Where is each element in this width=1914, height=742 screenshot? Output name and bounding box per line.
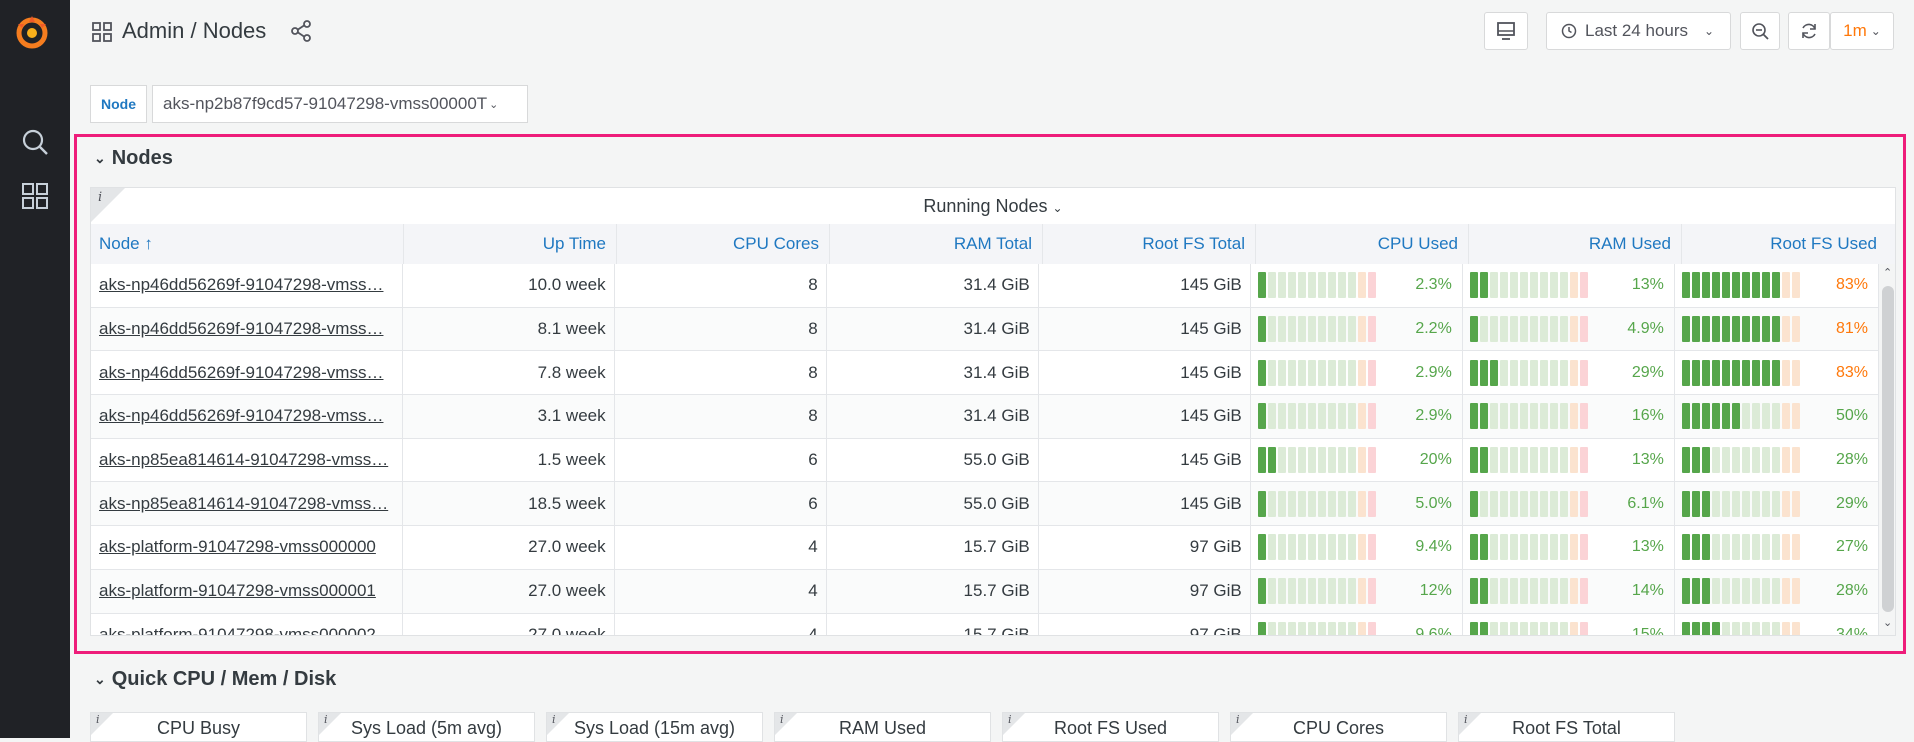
share-icon[interactable] (290, 20, 312, 42)
refresh-interval-picker[interactable]: 1m ⌄ (1830, 12, 1894, 50)
stat-panel-title[interactable]: Sys Load (5m avg) (319, 718, 534, 739)
chevron-down-icon: ⌄ (1870, 24, 1881, 38)
zoom-out-icon (1752, 23, 1769, 40)
grafana-logo-icon[interactable] (12, 12, 52, 52)
clock-icon (1561, 23, 1577, 39)
page-title[interactable]: Admin / Nodes (122, 18, 266, 44)
chevron-down-icon: ⌄ (489, 98, 499, 111)
search-icon[interactable] (20, 127, 50, 157)
stat-panel-title[interactable]: Sys Load (15m avg) (547, 718, 762, 739)
row-header-quick[interactable]: ⌄ Quick CPU / Mem / Disk (94, 668, 336, 691)
stat-panel-title[interactable]: RAM Used (775, 718, 990, 739)
stat-panel-title[interactable]: Root FS Total (1459, 718, 1674, 739)
refresh-button[interactable] (1788, 12, 1830, 50)
apps-icon (92, 22, 112, 42)
chevron-down-icon: ⌄ (1704, 24, 1715, 38)
variable-label: Node (90, 85, 147, 123)
time-range-label: Last 24 hours (1585, 21, 1689, 40)
chevron-down-icon: ⌄ (94, 671, 106, 688)
refresh-icon (1802, 23, 1816, 39)
sidebar (0, 0, 70, 738)
zoom-out-button[interactable] (1740, 12, 1780, 50)
row-title-quick: Quick CPU / Mem / Disk (111, 668, 337, 690)
variable-value: aks-np2b87f9cd57-91047298-vmss00000T (163, 94, 488, 113)
refresh-interval-label: 1m (1843, 21, 1867, 40)
monitor-icon (1497, 22, 1515, 40)
node-variable-select[interactable]: aks-np2b87f9cd57-91047298-vmss00000T ⌄ (152, 85, 528, 123)
stat-panel-title[interactable]: Root FS Used (1003, 718, 1218, 739)
top-navbar: Admin / Nodes Last 24 hours ⌄ 1m ⌄ (70, 0, 1914, 64)
stat-panel-title[interactable]: CPU Busy (91, 718, 306, 739)
time-range-picker[interactable]: Last 24 hours ⌄ (1546, 12, 1731, 50)
selection-highlight (74, 134, 1906, 654)
dashboards-icon[interactable] (20, 181, 50, 211)
tv-mode-button[interactable] (1484, 12, 1528, 50)
stat-panel-title[interactable]: CPU Cores (1231, 718, 1446, 739)
